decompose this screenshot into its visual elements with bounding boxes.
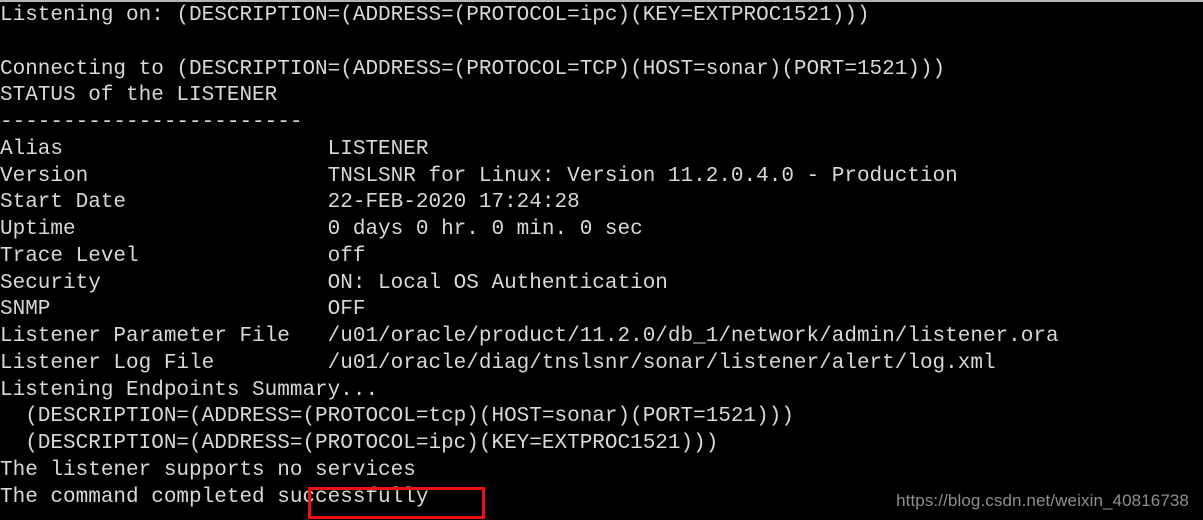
- terminal-line-endpoint-tcp: (DESCRIPTION=(ADDRESS=(PROTOCOL=tcp)(HOS…: [0, 405, 794, 429]
- status-field-snmp: SNMP OFF: [0, 298, 366, 322]
- terminal-line-endpoint-ipc: (DESCRIPTION=(ADDRESS=(PROTOCOL=ipc)(KEY…: [0, 432, 719, 455]
- terminal-line-listening-on: Listening on: (DESCRIPTION=(ADDRESS=(PRO…: [0, 4, 870, 27]
- status-field-security: Security ON: Local OS Authentication: [0, 271, 668, 295]
- watermark-text: https://blog.csdn.net/weixin_40816738: [896, 491, 1189, 510]
- terminal-window: Listening on: (DESCRIPTION=(ADDRESS=(PRO…: [0, 0, 1203, 520]
- status-field-log-file: Listener Log File /u01/oracle/diag/tnsls…: [0, 351, 996, 375]
- terminal-line-separator: ------------------------: [0, 111, 303, 134]
- terminal-line-status-heading: STATUS of the LISTENER: [0, 84, 278, 108]
- status-field-start-date: Start Date 22-FEB-2020 17:24:28: [0, 191, 580, 215]
- status-field-version: Version TNSLSNR for Linux: Version 11.2.…: [0, 164, 958, 188]
- status-field-alias: Alias LISTENER: [0, 137, 429, 161]
- terminal-line-no-services: The listener supports no services: [0, 458, 416, 482]
- status-field-parameter-file: Listener Parameter File /u01/oracle/prod…: [0, 325, 1059, 348]
- status-field-uptime: Uptime 0 days 0 hr. 0 min. 0 sec: [0, 218, 643, 241]
- terminal-output[interactable]: Listening on: (DESCRIPTION=(ADDRESS=(PRO…: [0, 2, 1203, 511]
- terminal-line-endpoints-heading: Listening Endpoints Summary...: [0, 378, 379, 402]
- terminal-line-connecting-to: Connecting to (DESCRIPTION=(ADDRESS=(PRO…: [0, 57, 946, 81]
- status-field-trace-level: Trace Level off: [0, 244, 366, 268]
